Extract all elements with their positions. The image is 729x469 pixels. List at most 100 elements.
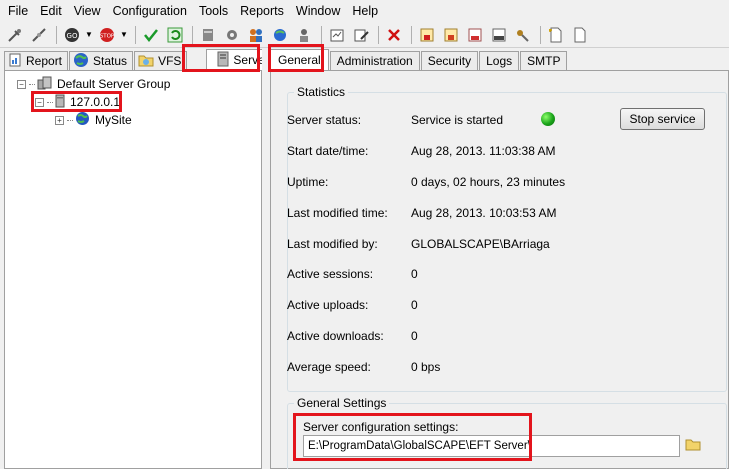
stat-value: 0 [411, 329, 418, 343]
server-tree-panel: − Default Server Group − 127.0.0.1 + MyS… [4, 70, 262, 469]
tab-general[interactable]: General [270, 49, 329, 70]
tab-logs[interactable]: Logs [479, 51, 520, 70]
menu-configuration[interactable]: Configuration [107, 0, 193, 22]
stat-value: 0 bps [411, 360, 441, 374]
settings-gear-icon[interactable] [221, 24, 243, 46]
edit-icon[interactable] [350, 24, 372, 46]
stat-label: Active sessions: [287, 267, 374, 281]
stat-label: Start date/time: [287, 144, 369, 158]
tab-report[interactable]: Report [4, 51, 69, 70]
export-icon[interactable] [416, 24, 438, 46]
collapse-icon[interactable]: − [35, 97, 44, 107]
connect-icon[interactable] [4, 24, 26, 46]
globe-icon [75, 111, 90, 129]
stat-value: Service is started [411, 113, 504, 127]
stat-row-last-modified-time: Last modified time: Aug 28, 2013. 10:03:… [287, 206, 556, 222]
stat-row-active-uploads: Active uploads: 0 [287, 298, 418, 314]
menu-help[interactable]: Help [346, 0, 384, 22]
browse-folder-icon[interactable] [685, 437, 701, 454]
globe-icon [73, 52, 89, 71]
stat-value: 0 days, 02 hours, 23 minutes [411, 175, 566, 189]
stop-service-button[interactable]: Stop service [620, 108, 705, 130]
tree-node-default-server-group[interactable]: − Default Server Group [17, 76, 170, 92]
menu-reports[interactable]: Reports [234, 0, 290, 22]
document-icon[interactable] [569, 24, 591, 46]
tab-vfs[interactable]: VFS [134, 51, 188, 70]
report-icon [8, 53, 22, 70]
stat-row-last-modified-by: Last modified by: GLOBALSCAPE\BArriaga [287, 237, 550, 253]
left-tab-strip: Report Status VFS Server [0, 48, 278, 71]
menu-bar: File Edit View Configuration Tools Repor… [0, 0, 729, 22]
right-tab-strip: General Administration Security Logs SMT… [268, 48, 729, 70]
tree-node-server[interactable]: − 127.0.0.1 [35, 94, 120, 110]
toolbar-separator [192, 25, 193, 44]
toolbar-separator [411, 25, 412, 44]
import-icon[interactable] [440, 24, 462, 46]
apply-check-icon[interactable] [140, 24, 162, 46]
toolbar-separator [378, 25, 379, 44]
tree-node-site[interactable]: + MySite [55, 112, 132, 128]
menu-tools[interactable]: Tools [193, 0, 234, 22]
chevron-down-icon[interactable]: ▼ [120, 30, 128, 39]
expand-icon[interactable]: + [55, 115, 64, 125]
server-group-icon [37, 76, 53, 93]
toolbar-separator [540, 25, 541, 44]
stat-label: Last modified time: [287, 206, 388, 220]
server-icon [217, 51, 229, 70]
stat-value: Aug 28, 2013. 10:03:53 AM [411, 206, 557, 220]
panel-splitter[interactable] [262, 48, 268, 469]
svg-text:STOP: STOP [100, 33, 115, 39]
menu-window[interactable]: Window [290, 0, 346, 22]
stat-value: 0 [411, 267, 418, 281]
toolbar-separator [135, 25, 136, 44]
ftp-icon[interactable] [464, 24, 486, 46]
tree-label-server: 127.0.0.1 [70, 95, 121, 109]
menu-edit[interactable]: Edit [34, 0, 68, 22]
tab-smtp[interactable]: SMTP [520, 51, 568, 70]
tab-vfs-label: VFS [158, 54, 182, 68]
tab-report-label: Report [26, 54, 63, 68]
chevron-down-icon[interactable]: ▼ [85, 30, 93, 39]
new-server-icon[interactable] [197, 24, 219, 46]
new-document-icon[interactable] [545, 24, 567, 46]
key-icon[interactable] [512, 24, 534, 46]
monitor-icon[interactable] [326, 24, 348, 46]
tree-connector [47, 101, 53, 103]
delete-x-icon[interactable] [383, 24, 405, 46]
menu-view[interactable]: View [68, 0, 107, 22]
disconnect-icon[interactable] [28, 24, 50, 46]
stat-row-uptime: Uptime: 0 days, 02 hours, 23 minutes [287, 175, 565, 191]
user-icon[interactable] [293, 24, 315, 46]
tree-connector [29, 83, 35, 85]
stat-label: Average speed: [287, 360, 371, 374]
refresh-icon[interactable] [164, 24, 186, 46]
site-icon[interactable] [269, 24, 291, 46]
stop-service-icon[interactable]: STOP [96, 24, 118, 46]
stat-label: Last modified by: [287, 237, 378, 251]
stat-label: Uptime: [287, 175, 329, 189]
toolbar-separator [56, 25, 57, 44]
tree-connector [67, 119, 73, 121]
general-settings-title: General Settings [294, 396, 390, 410]
users-icon[interactable] [245, 24, 267, 46]
statistics-title: Statistics [294, 85, 349, 99]
general-tab-panel: Statistics Server status: Service is sta… [270, 70, 729, 469]
tab-administration[interactable]: Administration [329, 51, 420, 70]
folder-icon [138, 53, 154, 70]
start-service-icon[interactable]: GO [61, 24, 83, 46]
toolbar: GO ▼ STOP ▼ [0, 22, 729, 48]
svg-text:GO: GO [67, 32, 78, 40]
tree-label-site: MySite [95, 113, 132, 127]
config-path-field[interactable] [303, 435, 680, 457]
stat-value: 0 [411, 298, 418, 312]
collapse-icon[interactable]: − [17, 79, 26, 89]
stat-label: Server status: [287, 113, 362, 127]
service-status-indicator [541, 112, 555, 126]
tab-security[interactable]: Security [420, 51, 479, 70]
ssh-icon[interactable] [488, 24, 510, 46]
config-settings-label: Server configuration settings: [303, 420, 459, 434]
menu-file[interactable]: File [2, 0, 34, 22]
tree-label-root: Default Server Group [57, 77, 171, 91]
tab-status[interactable]: Status [69, 51, 134, 71]
toolbar-separator [321, 25, 322, 44]
